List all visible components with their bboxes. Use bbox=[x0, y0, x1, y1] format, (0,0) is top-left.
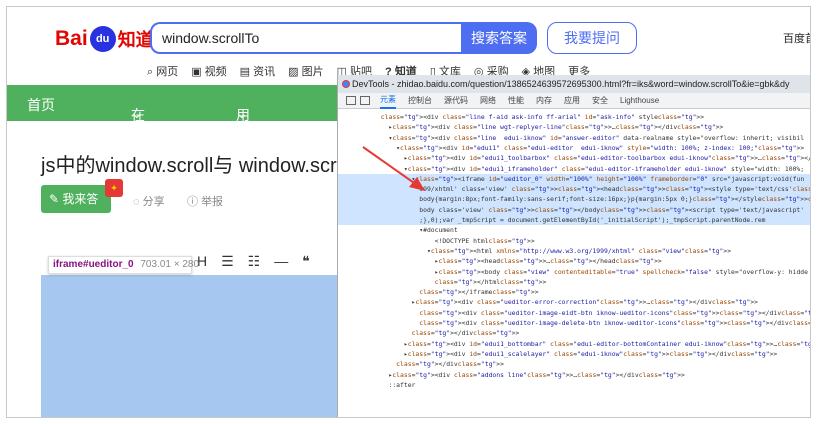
dom-node-line[interactable]: ▾class="tg"><div id="edui1_iframeholder"… bbox=[338, 164, 810, 174]
iframe-highlight-overlay bbox=[41, 275, 337, 417]
question-title: js中的window.scroll与 window.scr bbox=[41, 155, 337, 177]
tab-sources[interactable]: 源代码 bbox=[444, 93, 468, 108]
dom-node-line[interactable]: <!DOCTYPE htmlclass="tg">> bbox=[338, 236, 810, 246]
tab-performance[interactable]: 性能 bbox=[508, 93, 524, 108]
logo-paw-icon: du bbox=[89, 26, 116, 52]
horizontal-rule-icon[interactable]: — bbox=[274, 253, 288, 270]
dom-node-line[interactable]: 999/xhtml' class='view' class="tg">>clas… bbox=[338, 184, 810, 195]
report-label: 举报 bbox=[201, 196, 224, 208]
baidu-home-link[interactable]: 百度首 bbox=[783, 30, 810, 46]
dom-node-line[interactable]: body{margin:8px;font-family:sans-serif;f… bbox=[338, 194, 810, 205]
dom-node-line[interactable]: ▸class="tg"><headclass="tg">>…class="tg"… bbox=[338, 256, 810, 266]
ask-question-button[interactable]: 我要提问 bbox=[547, 22, 637, 54]
dom-node-line[interactable]: ▾class="tg"><div class="line edui-iknow"… bbox=[338, 133, 810, 143]
tab-network[interactable]: 网络 bbox=[480, 93, 496, 108]
quote-icon[interactable]: ❝ bbox=[302, 253, 310, 270]
dom-node-line[interactable]: ▾class="tg"><iframe id="ueditor_0" width… bbox=[338, 173, 810, 185]
subnav-news-label: 资讯 bbox=[253, 66, 276, 78]
ordered-list-icon[interactable]: ☷ bbox=[248, 253, 261, 270]
dom-node-line[interactable]: ▾#document bbox=[338, 225, 810, 235]
dom-node-line[interactable]: class="tg"><div class="line f-aid ask-in… bbox=[338, 112, 810, 122]
dom-node-line[interactable]: ▸class="tg"><div id="edui1_scalelayer" c… bbox=[338, 349, 810, 359]
search-button[interactable]: 搜索答案 bbox=[461, 22, 537, 54]
dom-node-line[interactable]: class="tg"></iframeclass="tg">> bbox=[338, 287, 810, 297]
dom-tree: ... class="tg"><div class="line f-aid as… bbox=[338, 110, 810, 417]
share-label: 分享 bbox=[142, 196, 165, 208]
devtools-titlebar: DevTools - zhidao.baidu.com/question/138… bbox=[338, 75, 810, 93]
search-input[interactable]: window.scrollTo bbox=[150, 22, 461, 54]
dom-node-line[interactable]: ▸class="tg"><div class="addons line"clas… bbox=[338, 370, 810, 380]
report-icon: ⓘ bbox=[187, 196, 198, 208]
report-link[interactable]: ⓘ 举报 bbox=[187, 193, 223, 209]
subnav-images[interactable]: ▨ 图片 bbox=[288, 63, 323, 79]
screenshot-frame: Bai du 知道 window.scrollTo 搜索答案 我要提问 百度首 … bbox=[6, 6, 811, 418]
tab-memory[interactable]: 内存 bbox=[536, 93, 552, 108]
tooltip-dimensions: 703.01 × 280 bbox=[140, 259, 200, 270]
answer-button-label: 我来答 bbox=[62, 192, 99, 206]
dom-node-line[interactable]: class="tg"></htmlclass="tg">> bbox=[338, 277, 810, 287]
logo-zhidao: 知道 bbox=[117, 30, 154, 50]
dom-node-line[interactable]: body class='view' class="tg">>class="tg"… bbox=[338, 204, 810, 215]
edit-icon: ✎ bbox=[49, 192, 60, 206]
unordered-list-icon[interactable]: ☰ bbox=[221, 253, 234, 270]
dom-node-line[interactable]: ::after bbox=[338, 380, 810, 390]
dom-node-line[interactable]: ▸class="tg"><div id="edui1_bottombar" cl… bbox=[338, 339, 810, 349]
editor-toolbar: H ☰ ☷ — ❝ bbox=[197, 253, 310, 270]
tab-elements[interactable]: 元素 bbox=[380, 92, 396, 109]
inspect-icon[interactable] bbox=[346, 96, 356, 105]
tab-lighthouse[interactable]: Lighthouse bbox=[620, 94, 659, 107]
subnav-video[interactable]: ▣ 视频 bbox=[191, 63, 226, 79]
nav-home[interactable]: 首页 bbox=[27, 95, 55, 115]
subnav-web[interactable]: ⌕ 网页 bbox=[147, 63, 178, 79]
subnav-images-label: 图片 bbox=[301, 66, 324, 78]
logo-bai: Bai bbox=[55, 27, 88, 50]
dom-node-line[interactable]: ▾class="tg"><html xmlns="http://www.w3.o… bbox=[338, 246, 810, 256]
element-tooltip: iframe#ueditor_0 703.01 × 280 bbox=[48, 256, 199, 274]
dom-node-line[interactable]: class="tg"><div class="ueditor-image-del… bbox=[338, 318, 810, 328]
chevron-down-icon: ⌄ bbox=[131, 105, 143, 121]
dom-node-line[interactable]: ▸class="tg"><div id="edui1_toolbarbox" c… bbox=[338, 153, 810, 163]
dom-node-line[interactable]: ▸class="tg"><div class="line wgt-replyer… bbox=[338, 122, 810, 132]
devtools-tabs: 元素 控制台 源代码 网络 性能 内存 应用 安全 Lighthouse bbox=[338, 92, 810, 109]
subnav-web-label: 网页 bbox=[156, 66, 179, 78]
dom-node-line[interactable]: ▸class="tg"><body class="view" contented… bbox=[338, 267, 810, 277]
share-link[interactable]: ◌ 分享 bbox=[133, 193, 165, 209]
dom-node-line[interactable]: class="tg"><div class="ueditor-image-eid… bbox=[338, 308, 810, 318]
dom-node-line[interactable]: ▸class="tg"><div class="ueditor-error-co… bbox=[338, 297, 810, 307]
tooltip-element-name: iframe#ueditor_0 bbox=[53, 259, 134, 270]
chrome-icon bbox=[342, 80, 350, 88]
chevron-down-icon: ⌄ bbox=[236, 105, 248, 121]
baidu-zhidao-logo[interactable]: Bai du 知道 bbox=[55, 24, 154, 54]
dom-node-line[interactable]: class="tg"></divclass="tg">> bbox=[338, 328, 810, 338]
answer-button[interactable]: ✎ 我来答 bbox=[41, 185, 111, 213]
dom-node-line[interactable]: ▾class="tg"><div id="edui1" class="edui-… bbox=[338, 143, 810, 153]
search-input-value: window.scrollTo bbox=[162, 30, 260, 46]
tab-security[interactable]: 安全 bbox=[592, 93, 608, 108]
devtools-window: DevTools - zhidao.baidu.com/question/138… bbox=[337, 75, 810, 417]
devtools-title: DevTools - zhidao.baidu.com/question/138… bbox=[352, 79, 790, 89]
subnav-video-label: 视频 bbox=[204, 66, 227, 78]
dom-node-line[interactable]: class="tg"></divclass="tg">> bbox=[338, 359, 810, 369]
tab-console[interactable]: 控制台 bbox=[408, 93, 432, 108]
red-envelope-icon[interactable]: ✦ bbox=[105, 179, 123, 197]
subnav-news[interactable]: ▤ 资讯 bbox=[240, 63, 275, 79]
share-icon: ◌ bbox=[133, 196, 140, 208]
dom-node-line[interactable]: ;},0);var _tmpScript = document.getEleme… bbox=[338, 215, 810, 226]
tab-application[interactable]: 应用 bbox=[564, 93, 580, 108]
device-toggle-icon[interactable] bbox=[360, 96, 370, 105]
